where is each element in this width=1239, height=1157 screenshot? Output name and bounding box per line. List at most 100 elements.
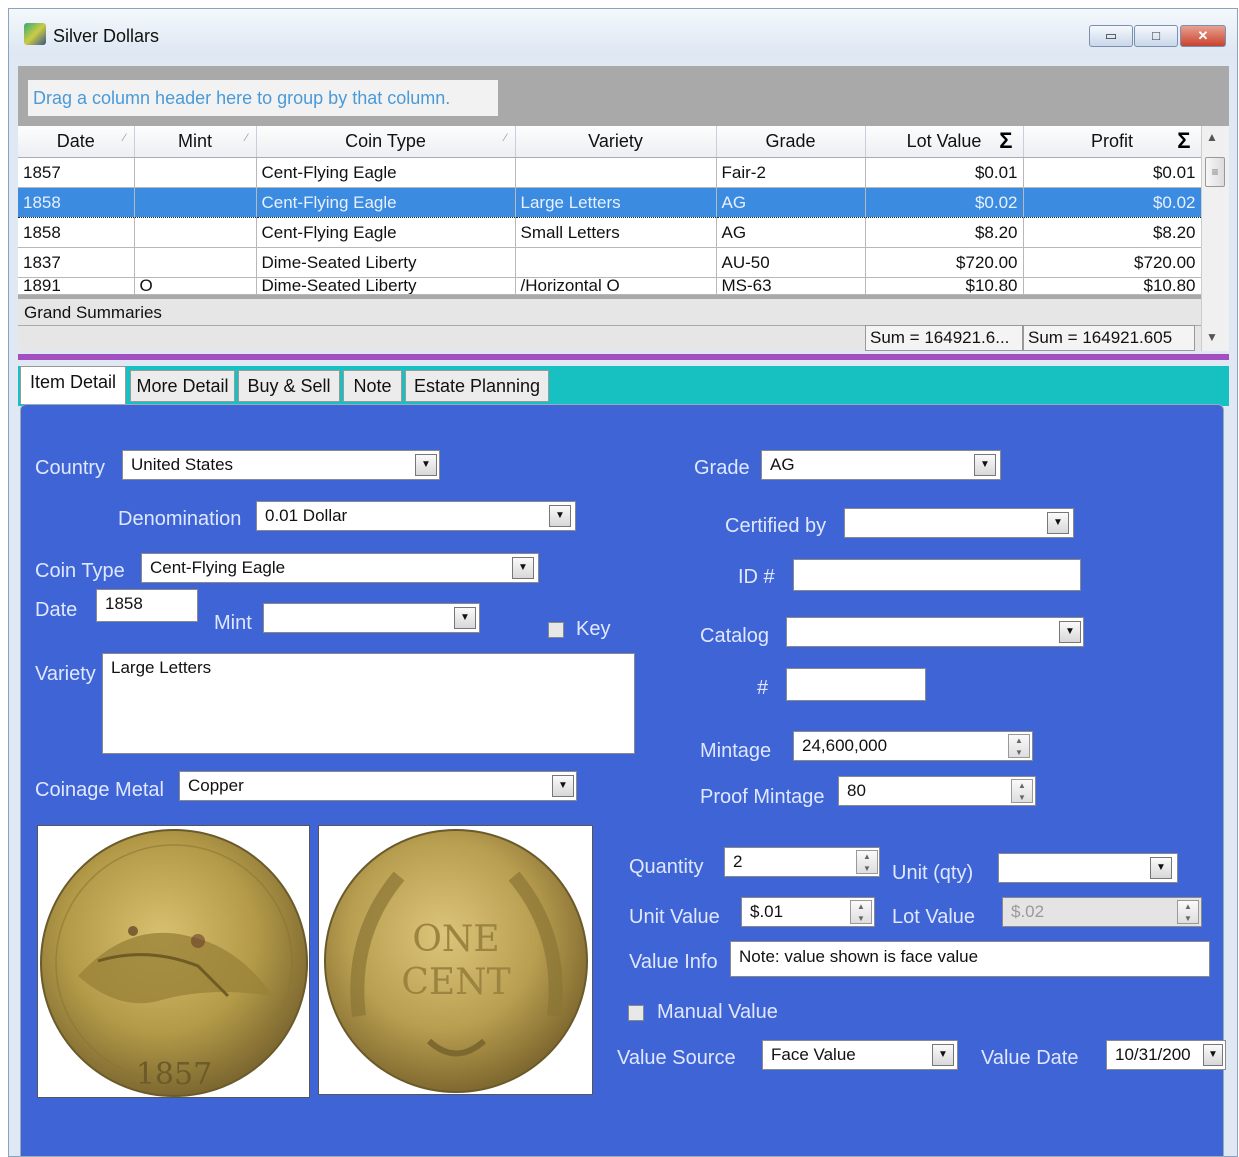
- obverse-image[interactable]: 1857: [37, 825, 310, 1098]
- cell-coin-type[interactable]: Cent-Flying Eagle: [256, 187, 516, 218]
- tab-estate-planning[interactable]: Estate Planning: [405, 370, 549, 402]
- lot-value-field: $.02: [1002, 897, 1202, 927]
- scroll-up-icon[interactable]: ▲: [1206, 130, 1218, 144]
- cell-mint[interactable]: [134, 157, 257, 188]
- tab-more-detail[interactable]: More Detail: [130, 370, 235, 402]
- calendar-dropdown-icon[interactable]: ▼: [1203, 1044, 1223, 1066]
- cell-profit[interactable]: $10.80: [1023, 277, 1202, 295]
- certified-by-select[interactable]: [844, 508, 1074, 538]
- tab-item-detail[interactable]: Item Detail: [20, 366, 126, 404]
- cell-coin-type[interactable]: Cent-Flying Eagle: [256, 157, 516, 188]
- sum-icon[interactable]: Σ: [1177, 128, 1190, 154]
- unit-value-spinner[interactable]: ▲ ▼: [850, 900, 872, 924]
- cell-grade[interactable]: Fair-2: [716, 157, 866, 188]
- chevron-down-icon[interactable]: ▼: [1150, 857, 1172, 879]
- coin-type-select[interactable]: Cent-Flying Eagle: [141, 553, 539, 583]
- country-select[interactable]: United States: [122, 450, 440, 480]
- chevron-down-icon[interactable]: ▼: [1047, 512, 1069, 534]
- table-row[interactable]: 1858 Cent-Flying Eagle Small Letters AG …: [18, 217, 1202, 248]
- proof-mintage-spinner[interactable]: ▲ ▼: [1011, 779, 1033, 803]
- quantity-spinner[interactable]: ▲ ▼: [856, 850, 878, 874]
- mint-select[interactable]: [263, 603, 480, 633]
- proof-mintage-field[interactable]: 80: [838, 776, 1036, 806]
- catalog-number-field[interactable]: [786, 668, 926, 701]
- table-row[interactable]: 1837 Dime-Seated Liberty AU-50 $720.00 $…: [18, 247, 1202, 278]
- column-header-mint[interactable]: Mint ⁄: [134, 126, 257, 158]
- manual-value-checkbox[interactable]: [628, 1005, 644, 1021]
- cell-coin-type[interactable]: Dime-Seated Liberty: [256, 247, 516, 278]
- group-by-hint[interactable]: Drag a column header here to group by th…: [28, 80, 498, 116]
- splitter[interactable]: [18, 354, 1229, 360]
- cell-mint[interactable]: O: [134, 277, 257, 295]
- date-field[interactable]: 1858: [96, 589, 198, 622]
- cell-profit[interactable]: $8.20: [1023, 217, 1202, 248]
- chevron-down-icon[interactable]: ▼: [1059, 621, 1081, 643]
- cell-mint[interactable]: [134, 217, 257, 248]
- column-header-grade[interactable]: Grade: [716, 126, 866, 158]
- value-source-select[interactable]: Face Value: [762, 1040, 958, 1070]
- denomination-select[interactable]: 0.01 Dollar: [256, 501, 576, 531]
- cell-date[interactable]: 1858: [18, 217, 135, 248]
- column-header-date[interactable]: Date ⁄: [18, 126, 135, 158]
- cell-profit[interactable]: $0.01: [1023, 157, 1202, 188]
- cell-mint[interactable]: [134, 187, 257, 218]
- cell-variety[interactable]: Small Letters: [515, 217, 717, 248]
- cell-lot-value[interactable]: $8.20: [865, 217, 1024, 248]
- column-header-lot-value[interactable]: Lot Value Σ: [865, 126, 1024, 158]
- tab-note[interactable]: Note: [343, 370, 402, 402]
- cell-lot-value[interactable]: $10.80: [865, 277, 1024, 295]
- cell-date[interactable]: 1891: [18, 277, 135, 295]
- chevron-down-icon[interactable]: ▼: [974, 454, 996, 476]
- title-bar[interactable]: [9, 9, 1237, 55]
- value-info-field[interactable]: Note: value shown is face value: [730, 941, 1210, 977]
- cell-grade[interactable]: AG: [716, 217, 866, 248]
- chevron-down-icon[interactable]: ▼: [512, 557, 534, 579]
- cell-grade[interactable]: AU-50: [716, 247, 866, 278]
- tab-buy-sell[interactable]: Buy & Sell: [238, 370, 340, 402]
- id-field[interactable]: [793, 559, 1081, 591]
- scroll-thumb[interactable]: ≡: [1205, 157, 1225, 187]
- table-row-selected[interactable]: 1858 Cent-Flying Eagle Large Letters AG …: [18, 187, 1202, 218]
- chevron-down-icon[interactable]: ▼: [932, 1044, 954, 1066]
- cell-variety[interactable]: [515, 247, 717, 278]
- close-button[interactable]: ✕: [1180, 25, 1226, 47]
- column-header-coin-type[interactable]: Coin Type ⁄: [256, 126, 516, 158]
- cell-variety[interactable]: /Horizontal O: [515, 277, 717, 295]
- key-checkbox[interactable]: [548, 622, 564, 638]
- grade-select[interactable]: AG: [761, 450, 1001, 480]
- cell-variety[interactable]: Large Letters: [515, 187, 717, 218]
- variety-textarea[interactable]: Large Letters: [102, 653, 635, 754]
- cell-lot-value[interactable]: $0.01: [865, 157, 1024, 188]
- mintage-spinner[interactable]: ▲ ▼: [1008, 734, 1030, 758]
- cell-grade[interactable]: MS-63: [716, 277, 866, 295]
- chevron-down-icon[interactable]: ▼: [549, 505, 571, 527]
- mintage-field[interactable]: 24,600,000: [793, 731, 1033, 761]
- cell-date[interactable]: 1837: [18, 247, 135, 278]
- cell-grade[interactable]: AG: [716, 187, 866, 218]
- manual-value-label: Manual Value: [657, 1001, 778, 1023]
- cell-coin-type[interactable]: Dime-Seated Liberty: [256, 277, 516, 295]
- cell-lot-value[interactable]: $0.02: [865, 187, 1024, 218]
- cell-coin-type[interactable]: Cent-Flying Eagle: [256, 217, 516, 248]
- table-row[interactable]: 1891 O Dime-Seated Liberty /Horizontal O…: [18, 277, 1202, 295]
- column-header-variety[interactable]: Variety: [515, 126, 717, 158]
- sum-icon[interactable]: Σ: [999, 128, 1012, 154]
- minimize-button[interactable]: ▭: [1089, 25, 1133, 47]
- chevron-down-icon[interactable]: ▼: [415, 454, 437, 476]
- scroll-down-icon[interactable]: ▼: [1206, 330, 1218, 344]
- cell-profit[interactable]: $720.00: [1023, 247, 1202, 278]
- cell-mint[interactable]: [134, 247, 257, 278]
- chevron-down-icon[interactable]: ▼: [454, 607, 476, 629]
- cell-lot-value[interactable]: $720.00: [865, 247, 1024, 278]
- cell-profit[interactable]: $0.02: [1023, 187, 1202, 218]
- cell-date[interactable]: 1857: [18, 157, 135, 188]
- cell-date[interactable]: 1858: [18, 187, 135, 218]
- maximize-button[interactable]: □: [1134, 25, 1178, 47]
- column-header-profit[interactable]: Profit Σ: [1023, 126, 1202, 158]
- cell-variety[interactable]: [515, 157, 717, 188]
- table-row[interactable]: 1857 Cent-Flying Eagle Fair-2 $0.01 $0.0…: [18, 157, 1202, 188]
- reverse-image[interactable]: ONE CENT: [318, 825, 593, 1095]
- coinage-metal-select[interactable]: Copper: [179, 771, 577, 801]
- catalog-select[interactable]: [786, 617, 1084, 647]
- chevron-down-icon[interactable]: ▼: [552, 775, 574, 797]
